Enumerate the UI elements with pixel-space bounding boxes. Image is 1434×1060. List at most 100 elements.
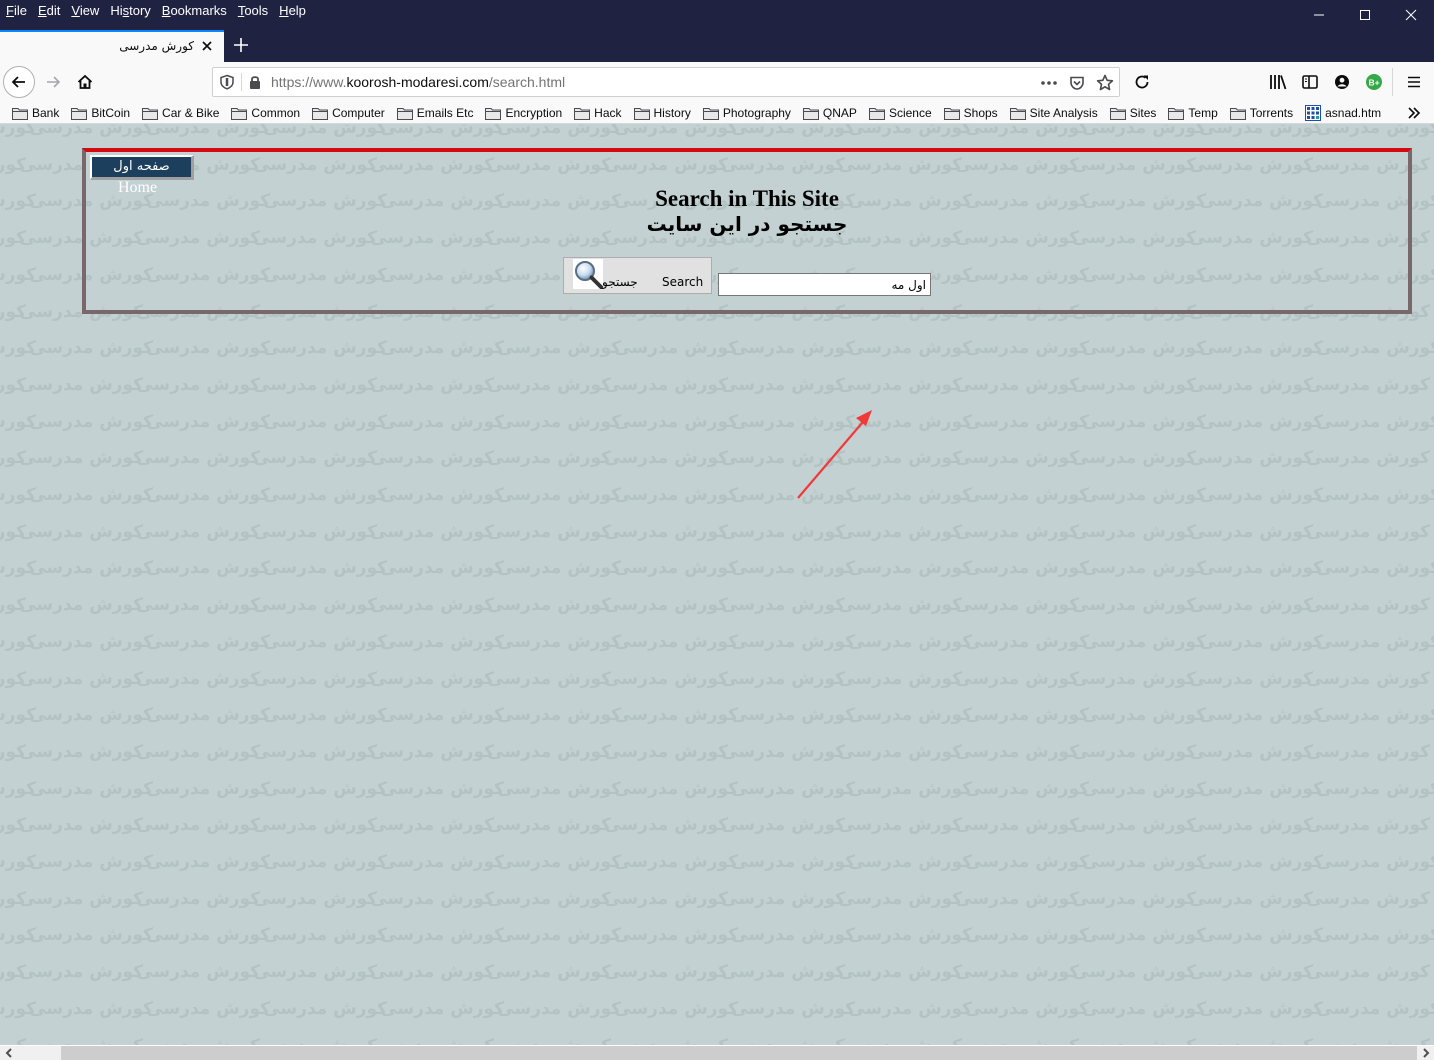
bookmark-science[interactable]: Science xyxy=(868,104,932,122)
bookmark-shops[interactable]: Shops xyxy=(943,104,998,122)
watermark-row: کورش مدرسیکورش مدرسیکورش مدرسیکورش مدرسی… xyxy=(0,741,1430,762)
tab-active[interactable]: کورش مدرسی xyxy=(0,30,224,62)
bookmark-label: Torrents xyxy=(1249,106,1294,120)
bookmark-star-button[interactable] xyxy=(1095,73,1115,93)
extension-icon: B+ xyxy=(1366,74,1382,90)
menu-help[interactable]: Help xyxy=(279,3,306,18)
app-menu-button[interactable] xyxy=(1404,72,1424,92)
lock-icon[interactable] xyxy=(248,74,262,90)
reload-icon xyxy=(1135,75,1149,89)
bookmark-temp[interactable]: Temp xyxy=(1168,104,1218,122)
home-nav-button[interactable]: صفحه اول xyxy=(90,155,194,180)
sidebar-icon xyxy=(1302,75,1318,89)
page-actions-button[interactable] xyxy=(1039,73,1059,93)
bookmark-encryption[interactable]: Encryption xyxy=(485,104,562,122)
url-bar[interactable]: https://www.koorosh-modaresi.com/search.… xyxy=(212,67,1120,97)
bookmark-computer[interactable]: Computer xyxy=(312,104,385,122)
bookmarks-list: Bank BitCoin Car & Bike Common Computer Email… xyxy=(12,104,1393,122)
minimize-button[interactable] xyxy=(1296,0,1342,30)
bookmark-asnad-htm[interactable]: asnad.htm xyxy=(1305,104,1381,122)
bookmark-emails-etc[interactable]: Emails Etc xyxy=(396,104,473,122)
star-icon xyxy=(1096,74,1114,91)
chevron-left-icon xyxy=(5,1048,12,1058)
watermark-row: کورش مدرسیکورش مدرسیکورش مدرسیکورش مدرسی… xyxy=(0,925,1434,946)
menu-items: File Edit View History Bookmarks Tools Help xyxy=(6,3,306,18)
maximize-button[interactable] xyxy=(1342,0,1388,30)
folder-icon xyxy=(1168,107,1185,120)
bookmark-label: Hack xyxy=(594,106,622,120)
menu-bookmarks[interactable]: Bookmarks xyxy=(162,3,227,18)
folder-icon xyxy=(633,107,650,120)
bookmark-label: Temp xyxy=(1188,106,1218,120)
tab-close-icon[interactable] xyxy=(200,39,214,53)
url-path: /search.html xyxy=(488,74,566,90)
menu-edit[interactable]: Edit xyxy=(38,3,60,18)
folder-icon xyxy=(574,107,591,120)
pocket-button[interactable] xyxy=(1067,73,1087,93)
scroll-right-button[interactable] xyxy=(1417,1046,1434,1060)
home-button[interactable] xyxy=(69,66,101,98)
shield-icon[interactable] xyxy=(219,74,235,90)
extension-button[interactable]: B+ xyxy=(1364,72,1384,92)
url-host: koorosh-modaresi.com xyxy=(346,74,489,90)
bookmark-sites[interactable]: Sites xyxy=(1109,104,1156,122)
title-menu-bar: File Edit View History Bookmarks Tools Help xyxy=(0,0,1434,30)
bookmark-photography[interactable]: Photography xyxy=(702,104,791,122)
back-button[interactable] xyxy=(3,66,35,98)
home-nav-label-fa: صفحه اول xyxy=(113,159,170,174)
navigation-toolbar: https://www.koorosh-modaresi.com/search.… xyxy=(0,62,1434,102)
account-icon xyxy=(1335,75,1349,89)
horizontal-scrollbar[interactable] xyxy=(0,1045,1434,1060)
maximize-icon xyxy=(1360,10,1370,20)
new-tab-icon[interactable] xyxy=(230,34,252,56)
bookmark-qnap[interactable]: QNAP xyxy=(802,104,857,122)
folder-icon xyxy=(396,107,413,120)
bookmark-label: BitCoin xyxy=(91,106,131,120)
menu-view[interactable]: View xyxy=(71,3,99,18)
pocket-icon xyxy=(1070,76,1084,90)
more-icon xyxy=(1041,81,1057,85)
watermark-row: کورش مدرسیکورش مدرسیکورش مدرسیکورش مدرسی… xyxy=(0,778,1434,799)
hamburger-menu-icon xyxy=(1408,76,1420,88)
library-button[interactable] xyxy=(1268,72,1288,92)
folder-icon xyxy=(1229,107,1246,120)
folder-icon xyxy=(1109,107,1126,120)
bookmark-label: asnad.htm xyxy=(1325,106,1382,120)
reload-button[interactable] xyxy=(1126,66,1158,98)
watermark-row: کورش مدرسیکورش مدرسیکورش مدرسیکورش مدرسی… xyxy=(0,448,1430,469)
forward-button[interactable] xyxy=(37,66,69,98)
bookmark-bitcoin[interactable]: BitCoin xyxy=(71,104,130,122)
sidebar-button[interactable] xyxy=(1300,72,1320,92)
menu-tools[interactable]: Tools xyxy=(238,3,268,18)
url-text[interactable]: https://www.koorosh-modaresi.com/search.… xyxy=(271,74,565,90)
bookmark-label: Common xyxy=(251,106,301,120)
bookmark-bank[interactable]: Bank xyxy=(12,104,59,122)
bookmark-torrents[interactable]: Torrents xyxy=(1229,104,1294,122)
scrollbar-thumb[interactable] xyxy=(61,1046,1417,1060)
bookmarks-overflow-button[interactable] xyxy=(1404,104,1424,122)
bookmark-history[interactable]: History xyxy=(633,104,691,122)
annotation-arrow xyxy=(797,410,872,499)
menu-history[interactable]: History xyxy=(110,3,150,18)
scroll-left-button[interactable] xyxy=(0,1046,17,1060)
bookmark-label: Shops xyxy=(963,106,998,120)
window-close-button[interactable] xyxy=(1388,0,1434,30)
menu-file[interactable]: File xyxy=(6,3,27,18)
watermark-row: کورش مدرسیکورش مدرسیکورش مدرسیکورش مدرسی… xyxy=(0,558,1434,579)
search-button[interactable]: جستجو Search xyxy=(563,257,712,294)
watermark-row: کورش مدرسیکورش مدرسیکورش مدرسیکورش مدرسی… xyxy=(0,852,1434,872)
chevron-double-right-icon xyxy=(1408,107,1421,119)
bookmark-car-bike[interactable]: Car & Bike xyxy=(142,104,219,122)
bookmark-common[interactable]: Common xyxy=(231,104,300,122)
watermark-row: کورش مدرسیکورش مدرسیکورش مدرسیکورش مدرسی… xyxy=(0,815,1430,836)
watermark-row: کورش مدرسیکورش مدرسیکورش مدرسیکورش مدرسی… xyxy=(0,705,1434,726)
folder-icon xyxy=(1009,107,1026,120)
search-input[interactable] xyxy=(718,273,931,296)
watermark-row: کورش مدرسیکورش مدرسیکورش مدرسیکورش مدرسی… xyxy=(0,521,1430,542)
account-button[interactable] xyxy=(1332,72,1352,92)
magnifier-icon xyxy=(573,259,603,289)
bookmark-hack[interactable]: Hack xyxy=(574,104,622,122)
web-page: کورش مدرسیکورش مدرسیکورش مدرسیکورش مدرسی… xyxy=(0,124,1434,1045)
bookmark-site-analysis[interactable]: Site Analysis xyxy=(1009,104,1098,122)
folder-icon xyxy=(312,107,329,120)
